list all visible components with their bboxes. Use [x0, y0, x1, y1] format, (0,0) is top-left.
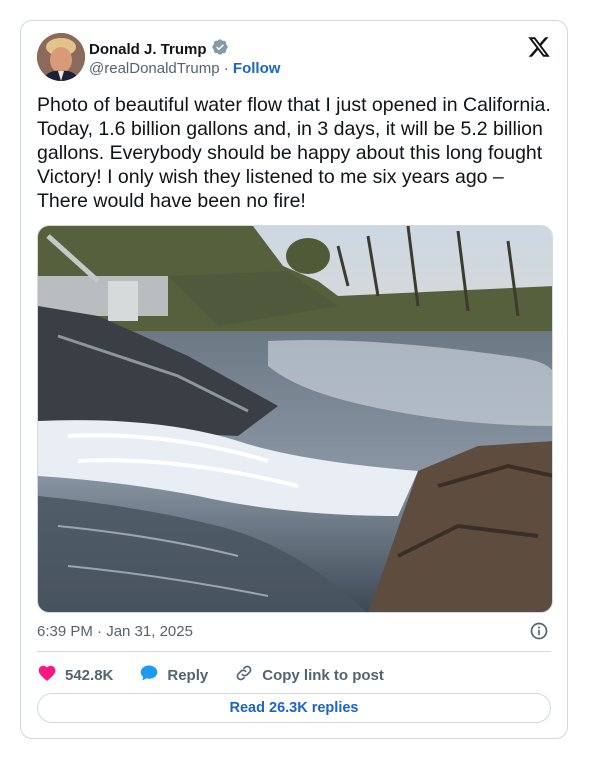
avatar[interactable] — [37, 33, 85, 81]
post-timestamp[interactable]: 6:39 PM · Jan 31, 2025 — [37, 623, 193, 640]
like-button[interactable]: 542.8K — [37, 663, 113, 687]
copy-link-button[interactable]: Copy link to post — [234, 663, 384, 687]
author-handle-row: @realDonaldTrump · Follow — [89, 60, 280, 77]
post-card: Donald J. Trump @realDonaldTrump · Follo… — [20, 20, 568, 739]
river-photo — [38, 226, 552, 612]
copy-link-label: Copy link to post — [262, 666, 384, 684]
action-bar: 542.8K Reply Copy link to post — [37, 663, 384, 687]
like-count: 542.8K — [65, 666, 114, 684]
follow-button[interactable]: Follow — [233, 60, 281, 77]
divider — [37, 651, 551, 652]
reply-label: Reply — [167, 666, 209, 684]
info-icon[interactable] — [529, 621, 549, 641]
read-replies-button[interactable]: Read 26.3K replies — [37, 693, 551, 723]
avatar-image — [37, 33, 85, 81]
post-image[interactable] — [37, 225, 553, 613]
x-logo-icon[interactable] — [527, 35, 551, 59]
heart-icon — [37, 663, 57, 687]
author-name-row: Donald J. Trump — [89, 38, 229, 61]
link-icon — [234, 663, 254, 687]
author-name[interactable]: Donald J. Trump — [89, 41, 207, 58]
post-text: Photo of beautiful water flow that I jus… — [37, 94, 551, 212]
separator-dot: · — [223, 60, 229, 77]
reply-bubble-icon — [139, 663, 159, 687]
reply-button[interactable]: Reply — [139, 663, 208, 687]
verified-badge-icon — [211, 38, 229, 61]
author-handle[interactable]: @realDonaldTrump — [89, 60, 220, 77]
